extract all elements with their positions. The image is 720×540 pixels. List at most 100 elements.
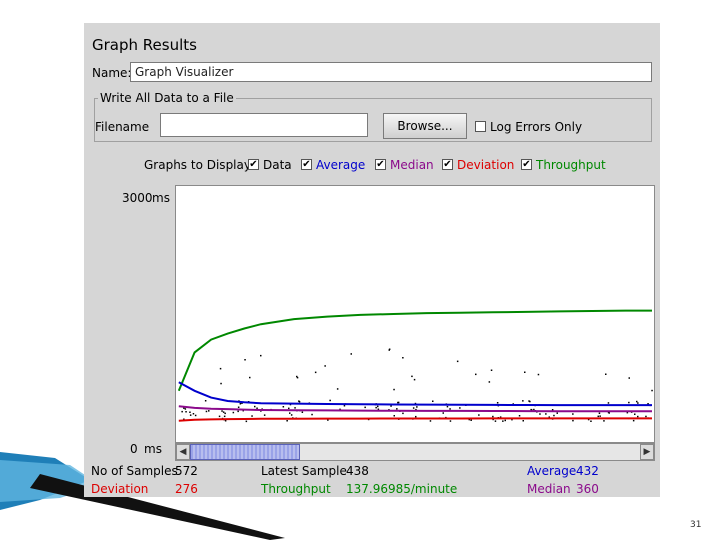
data-sample-point — [388, 349, 390, 351]
data-sample-point — [603, 420, 605, 422]
average-checkbox[interactable]: ✔ — [301, 159, 312, 170]
data-sample-point — [402, 357, 404, 359]
data-sample-point — [260, 354, 262, 357]
data-sample-point — [492, 415, 494, 418]
no-of-samples-label: No of Samples — [91, 464, 178, 478]
filename-label: Filename — [95, 120, 150, 134]
data-sample-point — [396, 408, 398, 410]
graphs-to-display-label: Graphs to Display — [144, 158, 251, 172]
data-sample-point — [412, 407, 415, 409]
average-stat-label: Average — [527, 464, 577, 478]
graph-plot-area — [175, 185, 655, 443]
data-sample-point — [446, 405, 449, 408]
log-errors-checkbox[interactable] — [475, 121, 486, 132]
throughput-checkbox[interactable]: ✔ — [521, 159, 532, 170]
data-sample-point — [393, 415, 395, 417]
throughput-stat-value: 137.96985/minute — [346, 482, 458, 496]
data-sample-point — [632, 419, 635, 422]
data-sample-point — [605, 373, 607, 375]
data-sample-point — [524, 371, 526, 373]
data-sample-point — [411, 375, 413, 378]
data-sample-point — [529, 400, 531, 403]
throughput-option-label: Throughput — [536, 158, 606, 172]
data-sample-point — [645, 415, 647, 418]
data-sample-point — [204, 400, 207, 402]
data-sample-point — [478, 414, 480, 416]
data-sample-point — [192, 413, 195, 415]
deviation-checkbox[interactable]: ✔ — [442, 159, 453, 170]
data-sample-point — [608, 412, 610, 414]
name-field[interactable]: Graph Visualizer — [130, 62, 652, 82]
data-sample-point — [628, 377, 630, 379]
data-sample-point — [208, 410, 210, 412]
y-axis-top-unit: ms — [152, 191, 170, 205]
browse-button[interactable]: Browse... — [383, 113, 467, 139]
data-sample-point — [314, 371, 317, 374]
data-sample-point — [475, 373, 477, 376]
data-sample-point — [301, 411, 304, 413]
scroll-right-icon[interactable]: ▶ — [640, 444, 654, 460]
latest-sample-label: Latest Sample — [261, 464, 347, 478]
data-sample-point — [205, 410, 208, 413]
median-option-label: Median — [390, 158, 434, 172]
data-sample-point — [393, 388, 395, 391]
data-sample-point — [533, 408, 535, 411]
series-line-throughput — [177, 309, 652, 392]
data-sample-point — [432, 400, 434, 402]
data-sample-point — [224, 412, 226, 415]
data-sample-point — [572, 413, 574, 415]
median-checkbox[interactable]: ✔ — [375, 159, 386, 170]
data-sample-point — [245, 420, 248, 423]
data-sample-point — [522, 420, 524, 422]
data-sample-point — [628, 401, 630, 404]
deviation-option-label: Deviation — [457, 158, 515, 172]
data-sample-point — [429, 420, 432, 422]
throughput-stat-label: Throughput — [261, 482, 331, 496]
data-sample-point — [336, 388, 339, 390]
data-sample-point — [490, 369, 493, 371]
latest-sample-value: 438 — [346, 464, 369, 478]
data-sample-point — [296, 376, 299, 379]
data-sample-point — [494, 420, 497, 422]
y-axis-bottom-value: 0 — [130, 442, 138, 456]
data-sample-point — [415, 415, 417, 418]
data-sample-point — [488, 381, 491, 383]
data-sample-point — [390, 405, 392, 407]
data-sample-point — [651, 389, 653, 392]
scroll-left-icon[interactable]: ◀ — [176, 444, 190, 460]
filename-field[interactable] — [160, 113, 368, 137]
median-stat-value: 360 — [576, 482, 599, 496]
deviation-stat-value: 276 — [175, 482, 198, 496]
data-sample-point — [375, 406, 377, 409]
data-sample-point — [518, 415, 521, 417]
data-sample-point — [442, 412, 444, 414]
data-sample-point — [251, 415, 253, 417]
series-line-deviation — [178, 417, 652, 422]
data-sample-point — [329, 399, 331, 402]
data-checkbox[interactable]: ✔ — [248, 159, 259, 170]
data-sample-point — [572, 419, 574, 422]
graph-svg — [177, 309, 653, 423]
data-sample-point — [413, 378, 416, 381]
write-data-group-legend: Write All Data to a File — [98, 91, 236, 105]
data-sample-point — [590, 420, 592, 422]
data-sample-point — [377, 405, 379, 408]
data-sample-point — [224, 420, 227, 422]
data-sample-point — [237, 406, 240, 408]
data-sample-point — [222, 411, 225, 413]
data-sample-point — [244, 359, 246, 361]
no-of-samples-value: 572 — [175, 464, 198, 478]
data-sample-point — [290, 414, 293, 416]
data-sample-point — [185, 411, 187, 413]
data-sample-point — [232, 411, 235, 414]
data-sample-point — [289, 412, 291, 414]
data-sample-point — [237, 410, 239, 413]
data-sample-point — [189, 414, 192, 416]
scrollbar-thumb[interactable] — [190, 444, 300, 460]
series-line-median — [178, 405, 652, 413]
data-sample-point — [449, 420, 452, 422]
data-sample-point — [416, 406, 418, 408]
data-sample-point — [239, 403, 242, 405]
data-sample-point — [220, 382, 222, 385]
data-sample-point — [553, 414, 555, 417]
